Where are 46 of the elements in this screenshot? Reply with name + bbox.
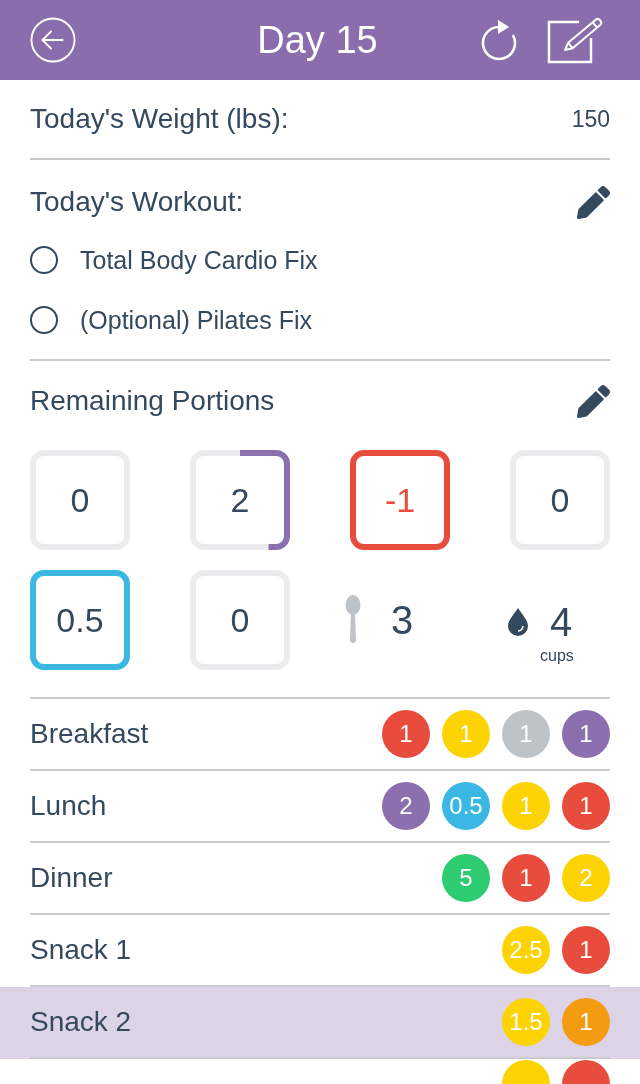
edit-icon[interactable] bbox=[547, 16, 605, 64]
portion-count: 1 bbox=[502, 710, 550, 758]
remaining-count: -1 bbox=[384, 480, 416, 520]
portion-count: 2.5 bbox=[502, 926, 550, 974]
meal-name: Lunch bbox=[30, 789, 107, 823]
remaining-count: 0.5 bbox=[56, 600, 104, 640]
spoon-icon bbox=[345, 595, 361, 645]
workout-option-label: Total Body Cardio Fix bbox=[80, 245, 318, 276]
remaining-count: 2 bbox=[230, 480, 250, 520]
water-count: 4 bbox=[550, 600, 573, 644]
portions-heading: Remaining Portions bbox=[30, 384, 275, 418]
portion-count: 2 bbox=[382, 782, 430, 830]
portion-count: 1 bbox=[562, 926, 610, 974]
portion-count: 1 bbox=[502, 854, 550, 902]
portion-count: 2 bbox=[562, 854, 610, 902]
portion-count: 1.5 bbox=[502, 998, 550, 1046]
remaining-count: 0 bbox=[230, 600, 250, 640]
edit-pencil-icon[interactable] bbox=[577, 185, 610, 219]
water-unit: cups bbox=[540, 647, 574, 665]
meal-name: Breakfast bbox=[30, 717, 149, 751]
remaining-count: 0 bbox=[550, 480, 570, 520]
meal-row[interactable]: Snack 2 1.5 1 bbox=[0, 987, 640, 1059]
radio-button[interactable] bbox=[30, 306, 58, 334]
meal-name: Snack 2 bbox=[30, 1005, 132, 1039]
weight-label: Today's Weight (lbs): bbox=[30, 102, 289, 136]
day-title: Day 15 bbox=[257, 18, 378, 63]
water-drop-icon bbox=[508, 608, 528, 636]
edit-pencil-icon[interactable] bbox=[577, 384, 610, 418]
portion-count: 1 bbox=[382, 710, 430, 758]
portion-count: 1 bbox=[562, 782, 610, 830]
portion-count: 1 bbox=[502, 782, 550, 830]
weight-value[interactable]: 150 bbox=[571, 104, 610, 134]
portion-count: 0.5 bbox=[442, 782, 490, 830]
teaspoon-count: 3 bbox=[391, 598, 414, 642]
meal-name: Snack 1 bbox=[30, 933, 132, 967]
portion-count: 1 bbox=[562, 710, 610, 758]
refresh-icon[interactable] bbox=[480, 19, 518, 61]
meal-name: Dinner bbox=[30, 861, 113, 895]
workout-option-label: (Optional) Pilates Fix bbox=[80, 305, 313, 336]
portion-count: 1 bbox=[442, 710, 490, 758]
remaining-count: 0 bbox=[70, 480, 90, 520]
radio-button[interactable] bbox=[30, 246, 58, 274]
portion-count: 5 bbox=[442, 854, 490, 902]
back-icon[interactable] bbox=[30, 17, 76, 63]
portion-count: 1 bbox=[562, 998, 610, 1046]
workout-label: Today's Workout: bbox=[30, 185, 244, 219]
